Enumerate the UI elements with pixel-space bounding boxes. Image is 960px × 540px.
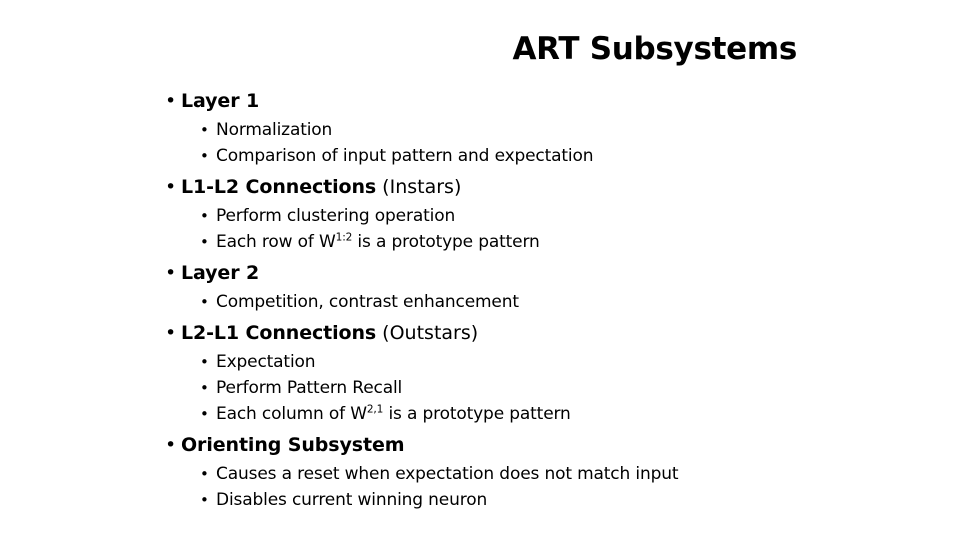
bullet-point-icon: • [165,262,177,284]
bullet-point-icon: • [165,176,177,198]
bullet-level2-label: Causes a reset when expectation does not… [216,464,679,484]
bullet-level2-label-tail: is a prototype pattern [383,404,571,424]
bullet-level2-label: Comparison of input pattern and expectat… [216,146,594,166]
bullet-level1-label: L1-L2 Connections [181,176,377,198]
bullet-group: • Orienting Subsystem • Causes a reset when… [0,432,960,513]
bullet-group: • L1-L2 Connections (Instars) • Perform clu… [0,174,960,255]
bullet-point-icon: • [165,90,177,112]
bullet-level2-label: Each column of W [216,404,367,424]
bullet-point-icon: • [200,379,209,397]
bullet-level2-label: Competition, contrast enhancement [216,292,519,312]
weight-matrix-superscript: 2,1 [366,403,384,416]
bullet-level1-label: Layer 2 [181,262,260,284]
bullet-level2: • Disables current winning neuron [0,487,960,513]
bullet-level2: • Perform Pattern Recall [0,375,960,401]
bullet-point-icon: • [200,353,209,371]
bullet-level2: • Normalization [0,117,960,143]
bullet-point-icon: • [200,405,209,423]
bullet-group: • Layer 1 • Normalization • Comparison of inp… [0,88,960,169]
weight-matrix-superscript: 1:2 [335,231,353,244]
bullet-point-icon: • [165,434,177,456]
bullet-level1: • L2-L1 Connections (Outstars) [0,320,960,347]
bullet-level1: • L1-L2 Connections (Instars) [0,174,960,201]
bullet-level2-label: Expectation [216,352,316,372]
bullet-level2: • Expectation [0,349,960,375]
bullet-point-icon: • [200,293,209,311]
bullet-group: • Layer 2 • Competition, contrast enhanceme… [0,260,960,315]
slide-body: • Layer 1 • Normalization • Comparison of inp… [0,88,960,513]
bullet-level2-label: Normalization [216,120,333,140]
bullet-point-icon: • [200,465,209,483]
bullet-level2-label-tail: is a prototype pattern [352,232,540,252]
bullet-level2-label: Each row of W [216,232,336,252]
bullet-level2: • Each row of W1:2 is a prototype pattern [0,229,960,255]
bullet-level2: • Comparison of input pattern and expecta… [0,143,960,169]
bullet-point-icon: • [200,491,209,509]
bullet-level1: • Orienting Subsystem [0,432,960,459]
bullet-point-icon: • [200,207,209,225]
bullet-level2: • Perform clustering operation [0,203,960,229]
bullet-level2: • Competition, contrast enhancement [0,289,960,315]
bullet-level1-label: Layer 1 [181,90,260,112]
bullet-level2-label: Perform Pattern Recall [216,378,403,398]
bullet-level1-label: Orienting Subsystem [181,434,405,456]
bullet-level1: • Layer 2 [0,260,960,287]
bullet-level2-label: Disables current winning neuron [216,490,488,510]
bullet-level1-qualifier: (Instars) [376,176,462,198]
slide-title: ART Subsystems [512,31,797,67]
bullet-level2-label: Perform clustering operation [216,206,456,226]
bullet-level1: • Layer 1 [0,88,960,115]
bullet-point-icon: • [200,233,209,251]
bullet-point-icon: • [200,121,209,139]
bullet-point-icon: • [165,322,177,344]
bullet-group: • L2-L1 Connections (Outstars) • Expectatio… [0,320,960,427]
bullet-level1-qualifier: (Outstars) [376,322,479,344]
bullet-level2: • Causes a reset when expectation does no… [0,461,960,487]
bullet-level2: • Each column of W2,1 is a prototype patt… [0,401,960,427]
bullet-point-icon: • [200,147,209,165]
slide-canvas: ART Subsystems • Layer 1 • Normalization • Co… [0,0,960,540]
bullet-level1-label: L2-L1 Connections [181,322,377,344]
